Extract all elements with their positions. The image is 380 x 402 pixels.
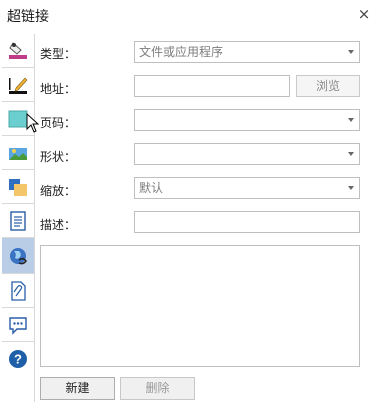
zoom-select[interactable]: 默认 bbox=[134, 177, 360, 199]
zoom-select-value: 默认 bbox=[139, 181, 164, 195]
mouse-cursor-icon bbox=[26, 113, 40, 133]
line-pen-icon[interactable] bbox=[2, 68, 34, 102]
attachment-icon[interactable] bbox=[2, 274, 34, 308]
picture-icon[interactable] bbox=[2, 136, 34, 170]
help-icon[interactable]: ? bbox=[2, 342, 34, 376]
hyperlink-globe-icon[interactable] bbox=[2, 238, 34, 274]
hyperlink-list[interactable] bbox=[40, 245, 360, 367]
side-toolbar: ? bbox=[2, 34, 34, 402]
toolbar-divider bbox=[34, 34, 35, 402]
description-label: 描述： bbox=[40, 218, 77, 232]
title-bar: 超链接 × bbox=[0, 0, 380, 30]
shape-select[interactable] bbox=[134, 143, 360, 165]
browse-button[interactable]: 浏览 bbox=[296, 75, 360, 97]
description-input[interactable] bbox=[134, 211, 360, 233]
shape-label: 形状： bbox=[40, 150, 77, 164]
svg-text:?: ? bbox=[14, 352, 22, 367]
arrange-shapes-icon[interactable] bbox=[2, 170, 34, 204]
chevron-down-icon bbox=[348, 186, 354, 190]
zoom-label: 缩放： bbox=[40, 184, 77, 198]
comment-icon[interactable] bbox=[2, 308, 34, 342]
page-select[interactable] bbox=[134, 109, 360, 131]
type-label: 类型： bbox=[40, 47, 77, 61]
close-icon[interactable]: × bbox=[354, 4, 374, 24]
chevron-down-icon bbox=[348, 50, 354, 54]
delete-button[interactable]: 删除 bbox=[120, 377, 195, 400]
paint-fill-icon[interactable] bbox=[2, 34, 34, 68]
type-select[interactable]: 文件或应用程序 bbox=[134, 41, 360, 63]
document-list-icon[interactable] bbox=[2, 204, 34, 238]
address-label: 地址： bbox=[40, 82, 77, 96]
chevron-down-icon bbox=[348, 152, 354, 156]
address-input[interactable] bbox=[134, 75, 290, 97]
chevron-down-icon bbox=[348, 118, 354, 122]
new-button[interactable]: 新建 bbox=[40, 377, 115, 400]
type-select-value: 文件或应用程序 bbox=[139, 45, 224, 59]
page-label: 页码： bbox=[40, 116, 77, 130]
window-title: 超链接 bbox=[7, 9, 49, 25]
